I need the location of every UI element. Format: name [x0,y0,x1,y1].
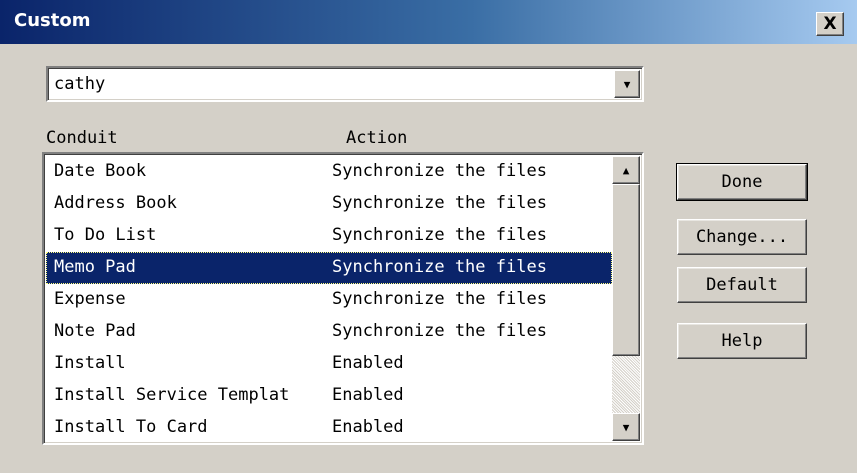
dialog-title: Custom [14,10,91,31]
help-button[interactable]: Help [677,323,807,359]
conduit-action: Synchronize the files [332,161,547,181]
chevron-down-icon: ▼ [623,77,631,91]
user-combobox[interactable]: cathy ▼ [46,66,644,102]
scroll-up-button[interactable]: ▲ [612,156,640,184]
default-button[interactable]: Default [677,267,807,303]
user-combobox-value: cathy [54,74,106,94]
conduit-name: Install To Card [54,417,208,437]
close-button[interactable]: X [816,12,844,36]
conduit-name: Install [54,353,126,373]
close-icon: X [823,13,837,34]
list-item-selected[interactable]: Memo Pad Synchronize the files [46,252,612,284]
arrow-up-icon: ▲ [622,163,630,177]
done-button[interactable]: Done [676,163,808,201]
list-item[interactable]: Date Book Synchronize the files [46,156,612,188]
list-item[interactable]: Install Enabled [46,348,612,380]
conduit-action: Enabled [332,353,404,373]
conduit-action: Enabled [332,385,404,405]
default-button-label: Default [706,275,778,295]
help-button-label: Help [721,331,763,351]
conduit-name: Address Book [54,193,177,213]
arrow-down-icon: ▼ [622,420,630,434]
vertical-scrollbar[interactable]: ▲ ▼ [612,156,640,441]
custom-dialog: Custom X cathy ▼ Conduit Action Date Boo… [0,0,857,473]
conduit-action: Synchronize the files [332,321,547,341]
list-item[interactable]: Address Book Synchronize the files [46,188,612,220]
conduit-action: Synchronize the files [332,193,547,213]
title-bar[interactable]: Custom X [0,0,857,44]
conduit-name: Memo Pad [54,257,136,277]
conduit-action: Synchronize the files [332,225,547,245]
conduit-name: Expense [54,289,126,309]
dropdown-button[interactable]: ▼ [614,70,640,98]
list-item[interactable]: Install To Card Enabled [46,412,612,443]
conduit-name: Install Service Templat [54,385,290,405]
list-item[interactable]: To Do List Synchronize the files [46,220,612,252]
conduit-action: Synchronize the files [332,289,547,309]
change-button-label: Change... [695,227,789,247]
conduit-list[interactable]: Date Book Synchronize the files Address … [42,152,644,445]
scroll-track[interactable] [612,356,640,413]
conduit-action: Enabled [332,417,404,437]
done-button-label: Done [721,172,763,192]
conduit-action: Synchronize the files [332,257,547,277]
scroll-down-button[interactable]: ▼ [612,413,640,441]
list-item[interactable]: Expense Synchronize the files [46,284,612,316]
conduit-name: Date Book [54,161,147,181]
list-item[interactable]: Install Service Templat Enabled [46,380,612,412]
change-button[interactable]: Change... [677,219,807,255]
column-header-conduit: Conduit [46,128,118,148]
list-item[interactable]: Note Pad Synchronize the files [46,316,612,348]
conduit-list-rows: Date Book Synchronize the files Address … [46,156,612,443]
column-header-action: Action [346,128,408,148]
scroll-thumb[interactable] [612,184,640,356]
conduit-name: Note Pad [54,321,136,341]
conduit-name: To Do List [54,225,157,245]
